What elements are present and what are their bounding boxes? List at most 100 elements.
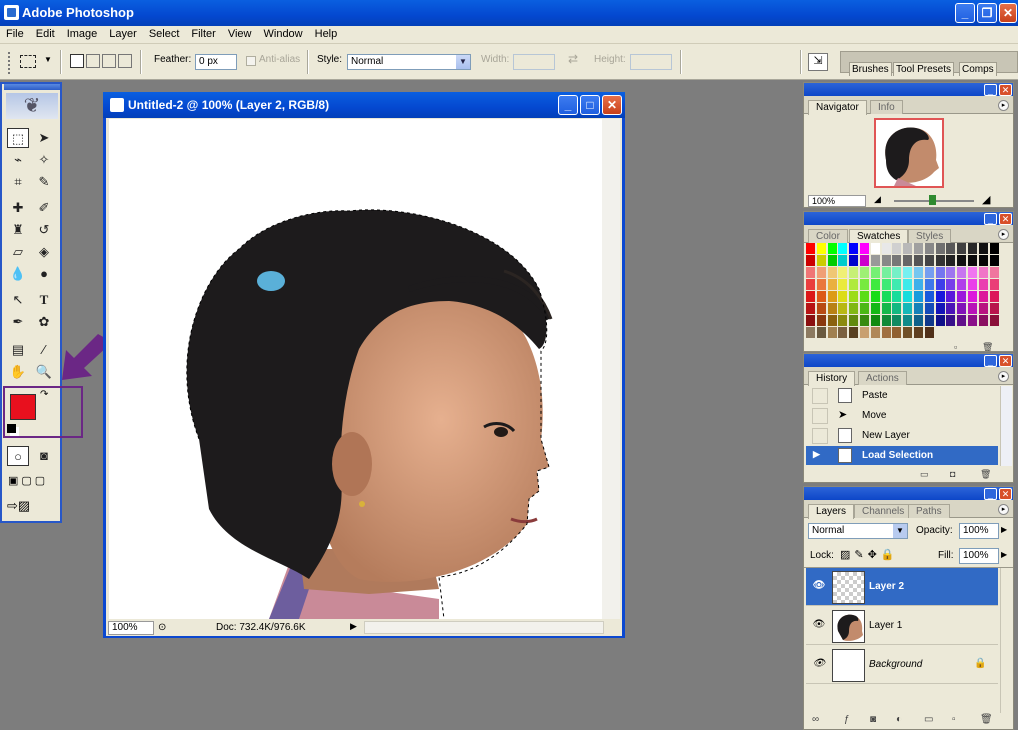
palette-close-icon[interactable]: ✕ — [999, 488, 1012, 500]
color-swatch[interactable] — [989, 303, 999, 314]
palette-minimize-icon[interactable]: _ — [984, 84, 997, 96]
color-swatch[interactable] — [838, 291, 848, 302]
color-swatch[interactable] — [978, 267, 988, 278]
history-item-selected[interactable]: ▶ Load Selection — [806, 446, 998, 465]
color-swatch[interactable] — [816, 327, 826, 338]
document-title-bar[interactable]: Untitled-2 @ 100% (Layer 2, RGB/8) _ □ ✕ — [103, 92, 625, 118]
brush-tool-icon[interactable]: ✐ — [33, 198, 55, 218]
history-brush-icon[interactable]: ↺ — [33, 220, 55, 240]
color-swatch[interactable] — [957, 267, 967, 278]
history-item[interactable]: New Layer — [806, 426, 998, 445]
path-selection-icon[interactable]: ↖ — [7, 290, 29, 310]
color-swatch[interactable] — [870, 255, 880, 266]
color-swatch[interactable] — [946, 255, 956, 266]
color-swatch[interactable] — [989, 255, 999, 266]
color-swatch[interactable] — [914, 255, 923, 266]
color-swatch[interactable] — [816, 243, 826, 254]
color-swatch[interactable] — [860, 243, 869, 254]
color-swatch[interactable] — [838, 279, 848, 290]
zoom-field[interactable]: 100% — [108, 621, 154, 635]
tab-navigator[interactable]: Navigator — [808, 100, 867, 115]
tab-styles[interactable]: Styles — [908, 229, 952, 243]
color-swatch[interactable] — [924, 279, 934, 290]
color-swatch[interactable] — [968, 315, 977, 326]
color-swatch[interactable] — [903, 267, 913, 278]
type-tool-icon[interactable]: T — [33, 290, 55, 310]
marquee-preset-icon[interactable] — [20, 55, 36, 68]
quick-mask-icon[interactable]: ◙ — [33, 446, 55, 466]
swap-dimensions-icon[interactable]: ⇄ — [568, 52, 578, 66]
layer-mask-icon[interactable]: ◙ — [870, 714, 876, 725]
color-swatch[interactable] — [816, 267, 826, 278]
paint-bucket-icon[interactable]: ◈ — [33, 242, 55, 262]
status-menu-icon[interactable]: ▶ — [350, 621, 357, 632]
color-swatch[interactable] — [870, 279, 880, 290]
hand-tool-icon[interactable]: ✋ — [7, 362, 29, 382]
navigator-zoom-field[interactable]: 100% — [808, 195, 866, 207]
menu-help[interactable]: Help — [309, 26, 344, 40]
antialias-checkbox[interactable] — [246, 56, 256, 66]
color-swatch[interactable] — [881, 327, 891, 338]
color-swatch[interactable] — [968, 267, 977, 278]
blend-mode-select[interactable]: Normal ▼ — [808, 523, 908, 539]
image-canvas[interactable] — [109, 119, 602, 619]
palette-menu-icon[interactable]: ▸ — [998, 371, 1009, 382]
color-swatch[interactable] — [957, 315, 967, 326]
color-swatch[interactable] — [978, 303, 988, 314]
new-group-icon[interactable]: ▭ — [924, 714, 933, 725]
screen-mode-icons[interactable]: ▣▢▢ — [8, 474, 58, 490]
tab-actions[interactable]: Actions — [858, 371, 907, 385]
color-swatch[interactable] — [935, 315, 945, 326]
eye-icon[interactable]: 👁 — [811, 580, 827, 594]
color-swatch[interactable] — [914, 291, 923, 302]
well-tab-brushes[interactable]: Brushes — [849, 62, 892, 76]
tab-layers[interactable]: Layers — [808, 504, 855, 519]
color-swatch[interactable] — [881, 255, 891, 266]
color-swatch[interactable] — [924, 291, 934, 302]
adjustment-layer-icon[interactable]: ◐ — [896, 714, 902, 725]
color-swatch[interactable] — [838, 267, 848, 278]
fill-input[interactable]: 100% — [959, 548, 999, 564]
healing-brush-icon[interactable]: ✚ — [7, 198, 29, 218]
color-swatch[interactable] — [914, 279, 923, 290]
vertical-scrollbar[interactable] — [602, 119, 620, 619]
color-swatch[interactable] — [903, 243, 913, 254]
color-swatch[interactable] — [968, 243, 977, 254]
opacity-input[interactable]: 100% — [959, 523, 999, 539]
color-swatch[interactable] — [903, 279, 913, 290]
lasso-tool-icon[interactable]: ⌁ — [7, 150, 29, 170]
color-swatch[interactable] — [968, 303, 977, 314]
color-swatch[interactable] — [924, 303, 934, 314]
color-swatch[interactable] — [860, 267, 869, 278]
layer-row[interactable]: 👁 Background 🔒 — [806, 646, 998, 684]
color-swatch[interactable] — [989, 279, 999, 290]
color-swatch[interactable] — [914, 243, 923, 254]
color-swatch[interactable] — [946, 303, 956, 314]
color-swatch[interactable] — [816, 303, 826, 314]
horizontal-scrollbar[interactable] — [364, 621, 604, 634]
color-swatch[interactable] — [838, 315, 848, 326]
color-swatch[interactable] — [989, 291, 999, 302]
color-swatch[interactable] — [860, 303, 869, 314]
color-swatch[interactable] — [924, 327, 934, 338]
color-swatch[interactable] — [892, 291, 902, 302]
color-swatch[interactable] — [924, 267, 934, 278]
minimize-button[interactable]: _ — [955, 3, 975, 23]
color-swatch[interactable] — [924, 243, 934, 254]
rectangular-marquee-icon[interactable]: ⬚ — [7, 128, 29, 148]
color-swatch[interactable] — [806, 267, 815, 278]
color-swatch[interactable] — [957, 255, 967, 266]
delete-state-icon[interactable]: 🗑 — [980, 469, 991, 480]
zoom-slider-thumb[interactable] — [929, 195, 936, 205]
new-swatch-icon[interactable]: ▫ — [954, 342, 957, 351]
eraser-tool-icon[interactable]: ▱ — [7, 242, 29, 262]
subtract-selection-icon[interactable] — [102, 54, 116, 68]
color-swatch[interactable] — [816, 255, 826, 266]
layer-row[interactable]: 👁 Layer 1 — [806, 607, 998, 645]
intersect-selection-icon[interactable] — [118, 54, 132, 68]
color-swatch[interactable] — [806, 243, 815, 254]
blur-tool-icon[interactable]: 💧 — [7, 264, 29, 284]
color-swatch[interactable] — [935, 255, 945, 266]
color-swatch[interactable] — [978, 315, 988, 326]
menu-edit[interactable]: Edit — [30, 26, 61, 40]
